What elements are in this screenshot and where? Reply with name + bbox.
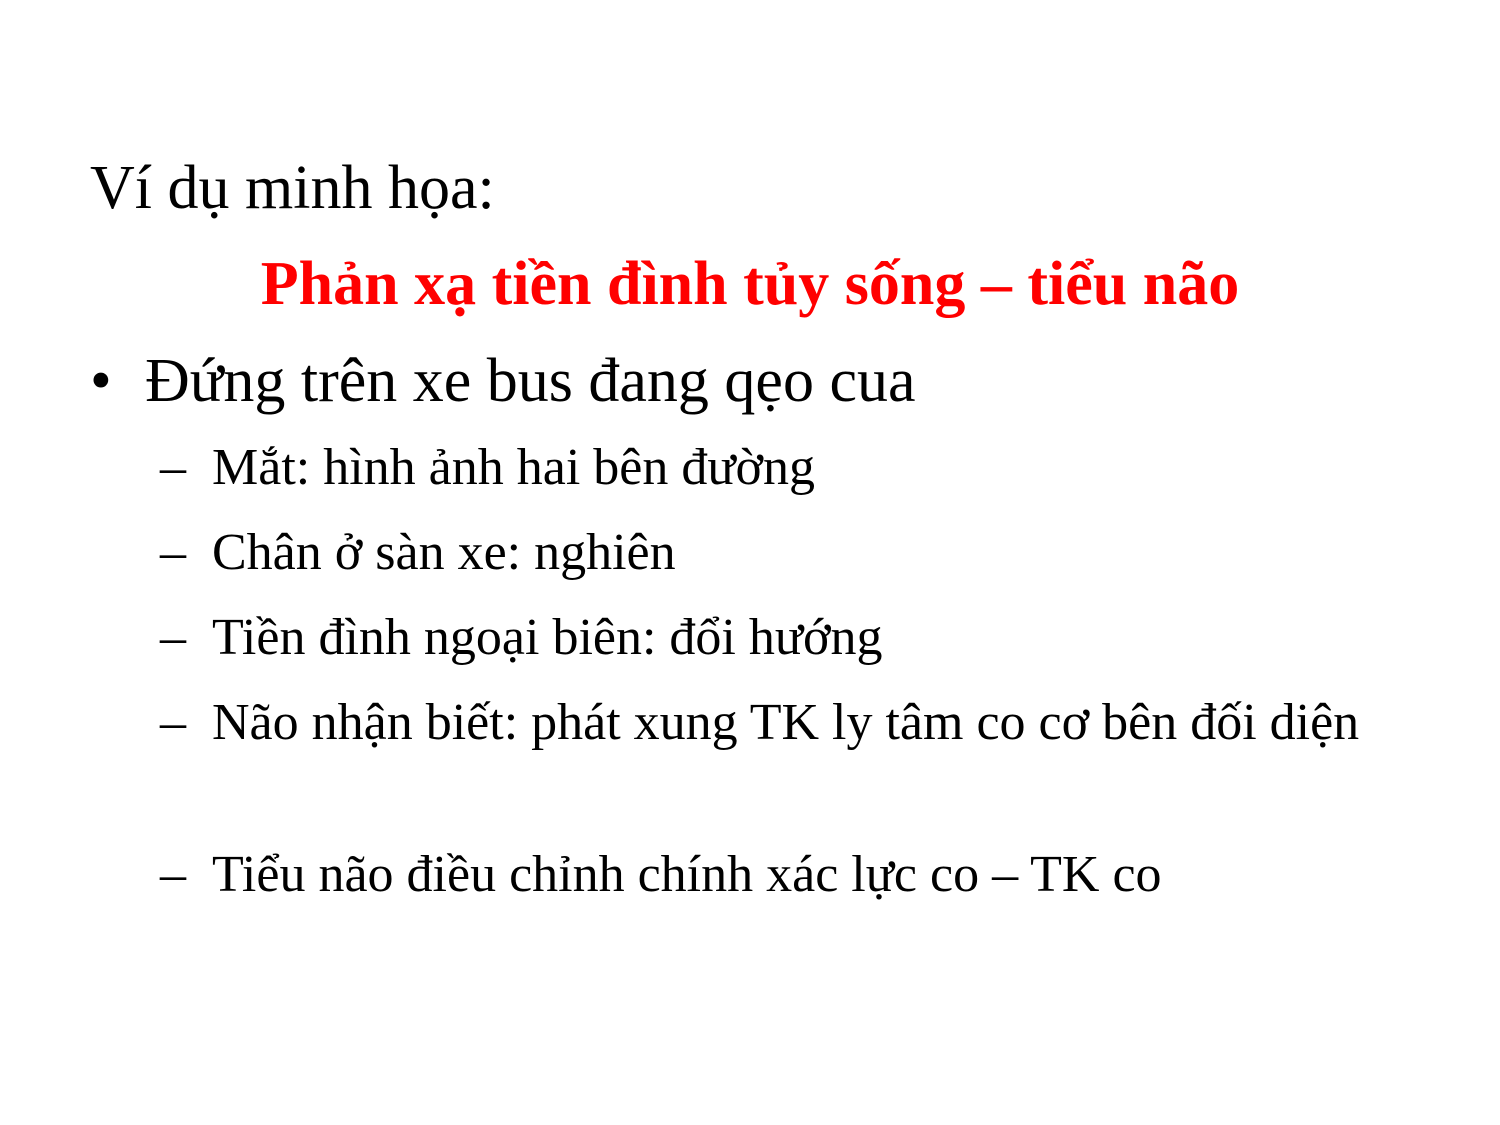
slide-title: Phản xạ tiền đình tủy sống – tiểu não <box>260 250 1240 318</box>
bullet-item: • Đứng trên xe bus đang qẹo cua <box>90 345 916 417</box>
dash-marker: – <box>160 439 186 496</box>
sub-item-text: Tiền đình ngoại biên: đổi hướng <box>212 609 883 666</box>
slide: Ví dụ minh họa: Phản xạ tiền đình tủy số… <box>0 0 1500 1125</box>
intro-text: Ví dụ minh họa: <box>90 154 495 222</box>
sub-item: – Não nhận biết: phát xung TK ly tâm co … <box>160 688 1420 758</box>
bullet-text: Đứng trên xe bus đang qẹo cua <box>145 347 916 415</box>
sub-item-text: Mắt: hình ảnh hai bên đường <box>212 439 816 496</box>
sub-item: – Mắt: hình ảnh hai bên đường <box>160 433 1420 503</box>
bullet-marker: • <box>90 347 112 415</box>
dash-marker: – <box>160 524 186 581</box>
sub-item-text: Tiểu não điều chỉnh chính xác lực co – T… <box>212 846 1162 903</box>
dash-marker: – <box>160 694 186 751</box>
dash-marker: – <box>160 846 186 903</box>
sub-item: – Tiền đình ngoại biên: đổi hướng <box>160 603 1420 673</box>
sub-item: – Tiểu não điều chỉnh chính xác lực co –… <box>160 840 1420 910</box>
sub-item-text: Não nhận biết: phát xung TK ly tâm co cơ… <box>212 694 1360 751</box>
sub-item-text: Chân ở sàn xe: nghiên <box>212 524 676 581</box>
sub-item: – Chân ở sàn xe: nghiên <box>160 518 1420 588</box>
dash-marker: – <box>160 609 186 666</box>
